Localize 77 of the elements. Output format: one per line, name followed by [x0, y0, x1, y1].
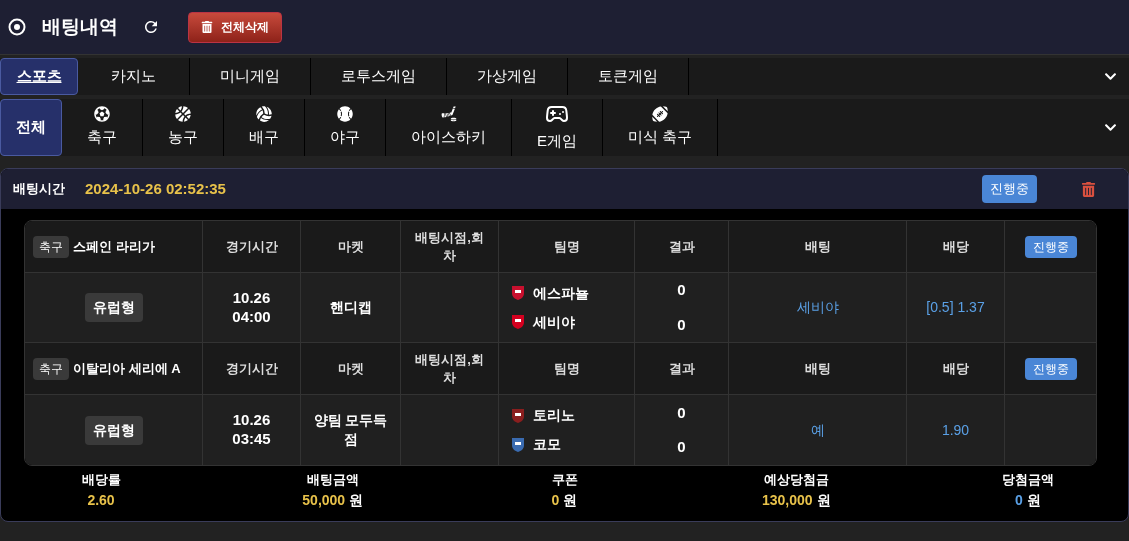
league-name: 이탈리아 세리에 A	[73, 359, 181, 378]
bet-type-badge: 유럽형	[84, 293, 143, 322]
sport-tab[interactable]: 축구	[62, 99, 143, 156]
score: 0	[677, 437, 686, 457]
summary-value: 0	[1015, 490, 1023, 510]
radio-target-icon	[8, 18, 26, 36]
team-name: 코모	[533, 435, 561, 454]
column-header: 배팅	[803, 237, 832, 256]
market-name: 양팀 모두득점	[312, 410, 389, 449]
volleyball-icon	[256, 106, 272, 123]
basketball-icon	[175, 106, 191, 123]
sport-tab[interactable]: E게임	[512, 99, 603, 156]
delete-all-button[interactable]: 전체삭제	[188, 11, 282, 43]
football-icon	[652, 106, 669, 123]
score: 0	[677, 314, 686, 335]
currency-unit: 원	[816, 490, 831, 510]
odds: [0.5] 1.37	[926, 298, 985, 317]
sport-tag: 축구	[33, 235, 69, 258]
sport-tab[interactable]: 아이스하키	[386, 99, 512, 156]
status-badge: 진행중	[1024, 235, 1077, 258]
currency-unit: 원	[1026, 490, 1041, 510]
bet-pick: 예	[810, 420, 825, 440]
bet-pick: 세비야	[796, 298, 839, 317]
sport-tab[interactable]: 미식 축구	[603, 99, 719, 156]
column-header: 경기시간	[224, 237, 279, 256]
page-title: 배팅내역	[42, 14, 118, 39]
baseball-icon	[337, 106, 353, 123]
column-header: 배당	[941, 237, 970, 256]
summary-label: 당첨금액	[1002, 471, 1054, 489]
column-header: 배팅시점,회차	[414, 228, 485, 265]
sport-tag: 축구	[33, 357, 69, 380]
bet-type-badge: 유럽형	[84, 415, 143, 445]
team-name: 토리노	[533, 406, 575, 425]
summary-value: 0	[551, 490, 560, 510]
column-header: 팀명	[552, 237, 581, 256]
column-header: 마켓	[336, 237, 365, 256]
summary-label: 배팅금액	[306, 471, 359, 489]
column-header: 배팅시점,회차	[414, 350, 485, 387]
column-header: 결과	[667, 237, 696, 256]
category-tab[interactable]: 스포츠	[0, 58, 78, 95]
delete-icon[interactable]	[1081, 181, 1096, 197]
column-header: 배당	[941, 359, 970, 378]
status-badge: 진행중	[982, 175, 1037, 203]
currency-unit: 원	[349, 490, 364, 510]
status-badge: 진행중	[1024, 357, 1077, 380]
team-name: 세비야	[533, 312, 575, 332]
refresh-icon[interactable]	[142, 18, 160, 36]
summary-label: 쿠폰	[551, 471, 578, 489]
sport-tab[interactable]: 농구	[143, 99, 224, 156]
currency-unit: 원	[563, 490, 578, 510]
column-header: 팀명	[552, 359, 581, 378]
league-name: 스페인 라리가	[73, 237, 155, 256]
column-header: 경기시간	[224, 359, 279, 378]
team-name: 에스파뇰	[533, 283, 589, 303]
bet-time: 2024-10-26 02:52:35	[85, 178, 226, 199]
summary-value: 50,000	[302, 490, 346, 510]
chevron-down-icon[interactable]	[1104, 121, 1117, 134]
column-header: 배팅	[803, 359, 832, 378]
match-time: 10.26 03:45	[231, 411, 272, 449]
trash-icon	[201, 21, 213, 33]
sport-tab[interactable]: 야구	[305, 99, 386, 156]
bet-time-label: 배팅시간	[13, 180, 65, 199]
summary-value: 130,000	[761, 490, 813, 510]
summary-label: 예상당첨금	[763, 471, 829, 489]
column-header: 결과	[667, 359, 696, 378]
sport-tab[interactable]: 전체	[0, 99, 62, 156]
chevron-down-icon[interactable]	[1104, 70, 1117, 83]
score: 0	[677, 280, 686, 300]
market-name: 핸디캡	[328, 297, 373, 317]
match-time: 10.26 04:00	[231, 288, 272, 327]
summary-value: 2.60	[87, 490, 115, 510]
hockey-sticks-icon	[440, 106, 457, 123]
sport-tab[interactable]: 배구	[224, 99, 305, 156]
summary-label: 배당률	[81, 471, 121, 489]
column-header: 마켓	[336, 359, 365, 378]
odds: 1.90	[941, 420, 970, 440]
score: 0	[677, 402, 686, 423]
